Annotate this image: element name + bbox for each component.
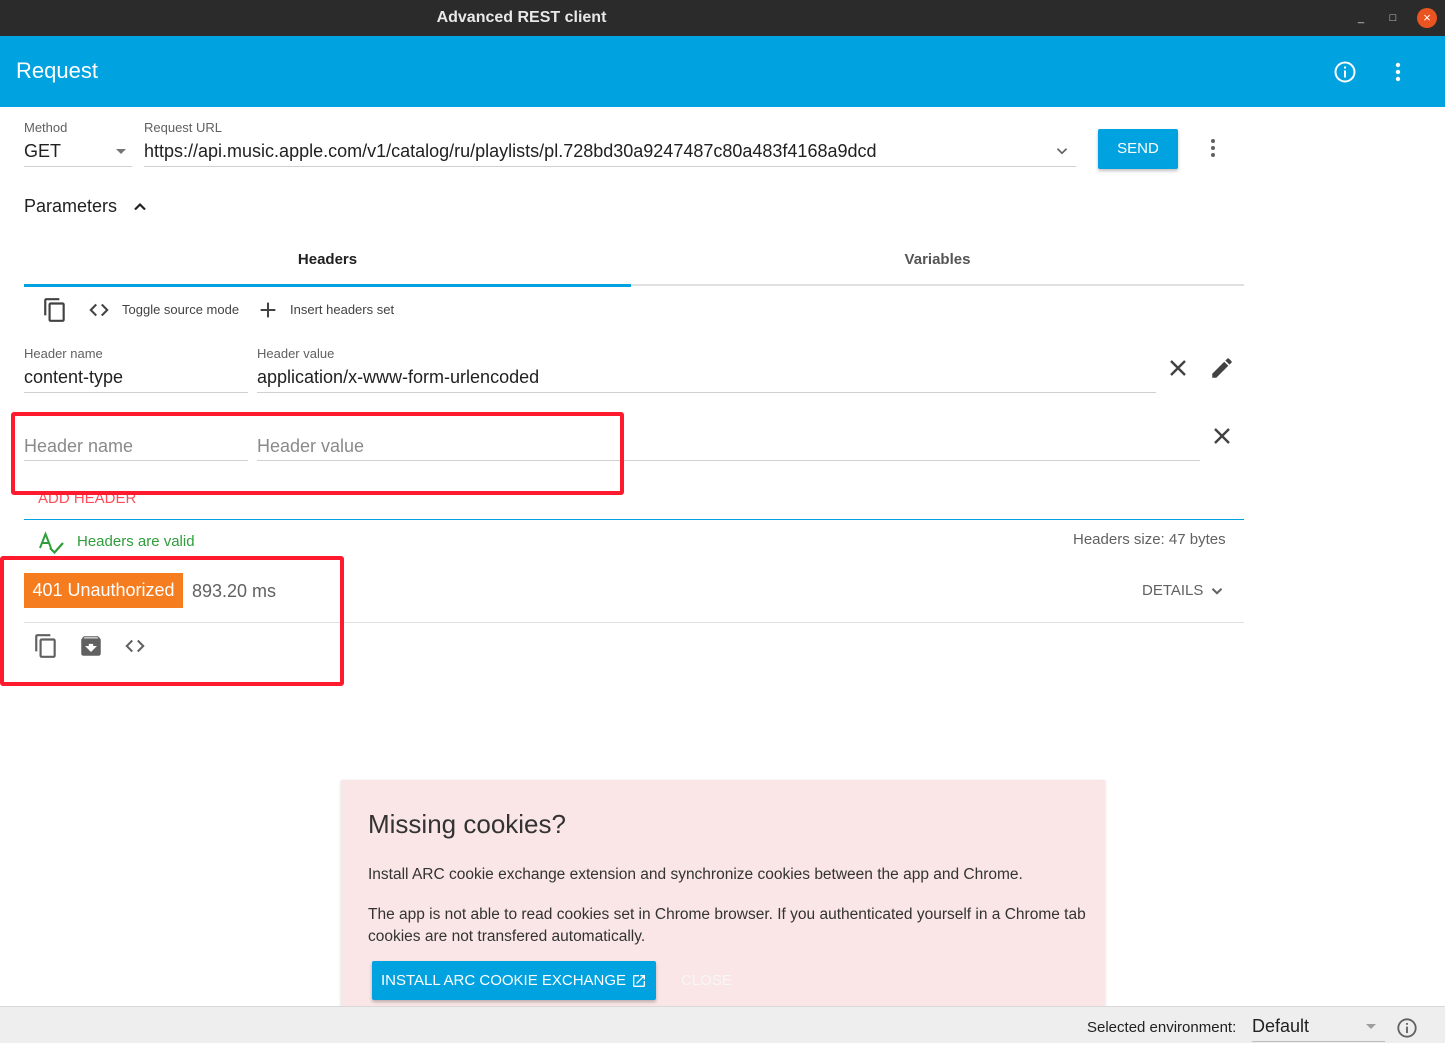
- dropdown-arrow-icon[interactable]: [1364, 1022, 1378, 1032]
- chevron-down-icon[interactable]: [1208, 582, 1226, 600]
- page-title: Request: [16, 58, 98, 83]
- highlight-box-response: [0, 556, 344, 686]
- card-description: Install ARC cookie exchange extension an…: [368, 866, 1023, 883]
- url-underline: [144, 166, 1076, 167]
- header-name-label: Header name: [24, 346, 103, 361]
- install-button-label: INSTALL ARC COOKIE EXCHANGE: [381, 972, 627, 989]
- copy-icon[interactable]: [42, 297, 68, 323]
- toggle-source-button[interactable]: Toggle source mode: [122, 302, 239, 317]
- url-label: Request URL: [144, 120, 223, 135]
- method-select[interactable]: GET: [24, 141, 61, 162]
- maximize-button[interactable]: □: [1384, 9, 1402, 27]
- url-input[interactable]: https://api.music.apple.com/v1/catalog/r…: [144, 141, 1044, 162]
- headers-editor-divider: [24, 519, 1244, 520]
- header-name-input[interactable]: content-type: [24, 367, 123, 388]
- details-button[interactable]: DETAILS: [1142, 582, 1203, 599]
- header-value-input[interactable]: application/x-www-form-urlencoded: [257, 367, 539, 388]
- tab-variables[interactable]: Variables: [631, 240, 1244, 280]
- minimize-button[interactable]: _: [1352, 9, 1370, 27]
- headers-valid-text: Headers are valid: [77, 533, 195, 550]
- close-icon[interactable]: [1166, 356, 1190, 380]
- code-icon[interactable]: [87, 299, 111, 321]
- open-in-new-icon: [633, 975, 645, 987]
- header-value-underline: [257, 392, 1156, 393]
- environment-underline: [1252, 1041, 1385, 1042]
- install-cookie-exchange-button[interactable]: INSTALL ARC COOKIE EXCHANGE: [372, 961, 656, 1000]
- close-icon[interactable]: [1210, 424, 1234, 448]
- insert-headers-set-button[interactable]: Insert headers set: [290, 302, 394, 317]
- tab-indicator: [24, 284, 631, 287]
- spellcheck-icon: [39, 531, 64, 555]
- chevron-down-icon[interactable]: [1053, 142, 1071, 160]
- card-explanation: The app is not able to read cookies set …: [368, 906, 1086, 945]
- close-card-button[interactable]: CLOSE: [681, 961, 732, 1000]
- tab-headers[interactable]: Headers: [24, 240, 631, 280]
- add-icon[interactable]: [257, 299, 279, 321]
- method-label: Method: [24, 120, 68, 135]
- header-name-underline: [24, 392, 248, 393]
- window-title: Advanced REST client: [436, 9, 607, 26]
- headers-size-text: Headers size: 47 bytes: [1073, 531, 1226, 548]
- status-bar: Selected environment: Default: [0, 1006, 1445, 1043]
- card-title: Missing cookies?: [368, 809, 566, 839]
- send-button[interactable]: SEND: [1098, 129, 1178, 169]
- highlight-box-new-header: [11, 412, 624, 495]
- window-titlebar: Advanced REST client _ □ ×: [0, 0, 1445, 36]
- chevron-up-icon[interactable]: [130, 197, 150, 217]
- more-vert-icon[interactable]: [1386, 60, 1410, 84]
- environment-label: Selected environment:: [1087, 1019, 1237, 1036]
- close-window-button[interactable]: ×: [1417, 8, 1437, 28]
- info-icon[interactable]: [1333, 60, 1357, 84]
- environment-select[interactable]: Default: [1252, 1016, 1309, 1037]
- dropdown-arrow-icon[interactable]: [114, 147, 128, 157]
- missing-cookies-card: Missing cookies? Install ARC cookie exch…: [341, 780, 1105, 1006]
- header-value-label: Header value: [257, 346, 335, 361]
- method-underline: [24, 166, 132, 167]
- app-bar: Request: [0, 36, 1445, 107]
- more-vert-icon[interactable]: [1201, 136, 1225, 160]
- info-icon[interactable]: [1396, 1017, 1418, 1039]
- parameters-toggle[interactable]: Parameters: [24, 196, 117, 217]
- edit-icon[interactable]: [1209, 355, 1235, 381]
